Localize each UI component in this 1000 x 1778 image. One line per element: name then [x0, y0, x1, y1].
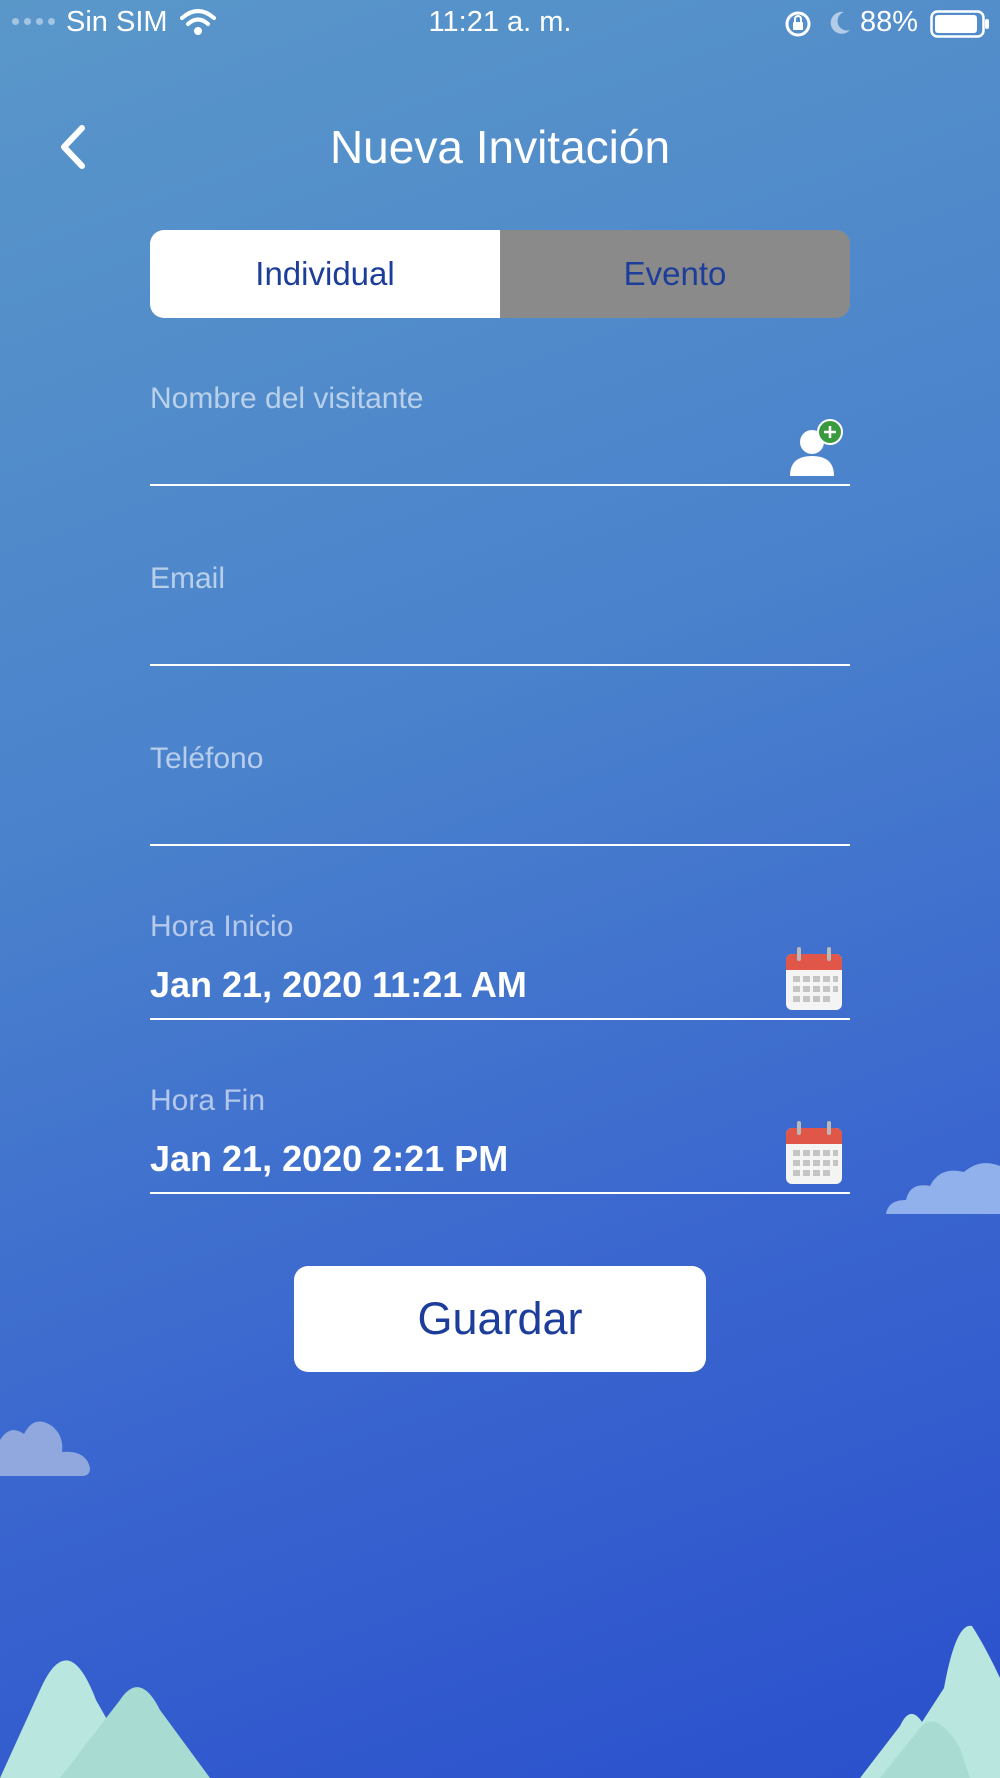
- mountains-right-decoration: [860, 1625, 1000, 1778]
- mountains-left-decoration: [0, 1660, 210, 1778]
- end-time-field[interactable]: Hora Fin Jan 21, 2020 2:21 PM: [150, 1080, 850, 1194]
- start-time-label: Hora Inicio: [150, 910, 294, 943]
- end-time-value: Jan 21, 2020 2:21 PM: [150, 1138, 509, 1179]
- battery-icon: [930, 10, 989, 38]
- moon-icon: [830, 11, 850, 34]
- cloud-left-decoration: [0, 1421, 90, 1476]
- start-time-value: Jan 21, 2020 11:21 AM: [150, 964, 527, 1005]
- phone-label: Teléfono: [150, 742, 264, 775]
- cloud-right-decoration: [886, 1163, 1000, 1214]
- status-bar: Sin SIM 11:21 a. m. 88%: [0, 0, 1000, 46]
- page-title: Nueva Invitación: [329, 121, 671, 173]
- tab-individual[interactable]: Individual: [150, 230, 500, 318]
- battery-percentage: 88%: [860, 6, 919, 38]
- end-time-label: Hora Fin: [150, 1084, 266, 1117]
- email-field[interactable]: Email: [150, 558, 850, 666]
- invitation-type-segmented-control: Individual Evento: [150, 230, 850, 318]
- visitor-name-label: Nombre del visitante: [150, 382, 424, 415]
- add-contact-icon[interactable]: [786, 418, 844, 480]
- start-time-field[interactable]: Hora Inicio Jan 21, 2020 11:21 AM: [150, 906, 850, 1020]
- calendar-icon[interactable]: [784, 946, 844, 1012]
- calendar-icon[interactable]: [784, 1120, 844, 1186]
- visitor-name-field[interactable]: Nombre del visitante: [150, 378, 850, 486]
- save-button[interactable]: Guardar: [294, 1266, 706, 1372]
- phone-field[interactable]: Teléfono: [150, 738, 850, 846]
- email-label: Email: [150, 562, 226, 595]
- rotation-lock-icon: [785, 11, 811, 37]
- tab-evento[interactable]: Evento: [500, 230, 850, 318]
